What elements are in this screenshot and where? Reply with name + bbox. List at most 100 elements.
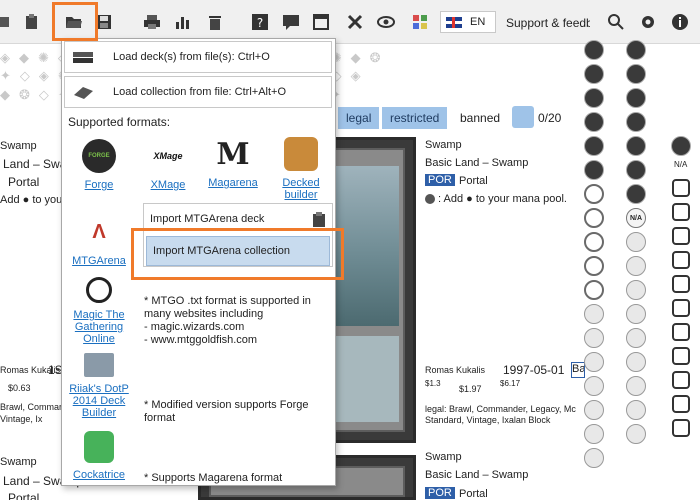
mana-symbol-icon[interactable] — [584, 424, 604, 444]
mana-symbol-icon[interactable] — [584, 112, 604, 132]
mana-symbol-icon[interactable] — [626, 328, 646, 348]
mana-symbol-icon[interactable] — [584, 40, 604, 60]
na-label: N/A — [674, 160, 688, 169]
format-xmage[interactable]: XMage XMage — [137, 139, 199, 191]
svg-text:?: ? — [257, 16, 263, 30]
mana-symbol-icon[interactable] — [584, 136, 604, 156]
mana-symbol-icon[interactable] — [626, 160, 646, 180]
format-forge[interactable]: FORGE Forge — [68, 139, 130, 191]
card-name: Swamp — [425, 451, 462, 463]
hybrid-mana-icon[interactable] — [584, 280, 604, 300]
forge-logo-icon: FORGE — [82, 139, 116, 173]
mana-symbol-icon[interactable] — [584, 448, 604, 468]
mana-symbol-icon[interactable] — [584, 352, 604, 372]
card-type-icon[interactable] — [672, 323, 690, 341]
mana-symbol-icon[interactable] — [626, 376, 646, 396]
partial-icon[interactable] — [0, 10, 18, 34]
format-magarena[interactable]: M Magarena — [202, 136, 264, 190]
mana-symbol-icon[interactable] — [584, 328, 604, 348]
tools-icon[interactable] — [343, 10, 367, 34]
mana-symbol-icon[interactable] — [626, 40, 646, 60]
hybrid-mana-icon[interactable] — [584, 184, 604, 204]
mana-symbol-icon[interactable] — [626, 112, 646, 132]
format-mtgo[interactable]: Magic The Gathering Online — [68, 277, 130, 345]
card-type-icon[interactable] — [672, 179, 690, 197]
xmage-link[interactable]: XMage — [137, 179, 199, 191]
chart-icon[interactable] — [171, 10, 195, 34]
mountain-icon[interactable] — [671, 136, 691, 156]
magarena-link[interactable]: Magarena — [202, 177, 264, 189]
clipboard-icon[interactable] — [20, 10, 44, 34]
set-code-badge: POR — [425, 487, 455, 499]
na-icon[interactable]: N/A — [626, 208, 646, 228]
card-type-icon[interactable] — [672, 227, 690, 245]
color-palette-icon[interactable] — [408, 10, 432, 34]
mana-symbol-icon[interactable] — [626, 400, 646, 420]
info-icon[interactable] — [668, 10, 692, 34]
filter-banned-label[interactable]: banned — [460, 111, 500, 125]
cockatrice-link[interactable]: Cockatrice — [68, 469, 130, 481]
window-icon[interactable] — [309, 10, 333, 34]
card-type-icon[interactable] — [672, 395, 690, 413]
load-deck-menu-item[interactable]: Load deck(s) from file(s): Ctrl+O — [64, 41, 332, 73]
mtgo-link[interactable]: Magic The Gathering Online — [68, 309, 130, 345]
mana-symbol-icon[interactable] — [584, 88, 604, 108]
hybrid-mana-icon[interactable] — [584, 208, 604, 228]
load-collection-menu-item[interactable]: Load collection from file: Ctrl+Alt+O — [64, 76, 332, 108]
mtgarena-link[interactable]: MTGArena — [68, 255, 130, 267]
mana-symbol-icon[interactable] — [626, 304, 646, 324]
dotp-logo-icon — [84, 353, 114, 377]
trash-icon[interactable] — [203, 10, 227, 34]
mana-symbol-icon[interactable] — [626, 256, 646, 276]
mana-symbol-icon[interactable] — [626, 88, 646, 108]
mana-symbol-icon[interactable] — [626, 280, 646, 300]
mana-symbol-icon[interactable] — [626, 136, 646, 156]
mana-symbol-icon[interactable] — [626, 424, 646, 444]
card-type-icon[interactable] — [672, 251, 690, 269]
mana-symbol-icon[interactable] — [584, 160, 604, 180]
mana-symbol-icon[interactable] — [584, 400, 604, 420]
filter-legal-chip[interactable]: legal — [338, 107, 380, 129]
magarena-note: * Supports Magarena format — [144, 472, 283, 484]
mana-filter-column: N/A — [626, 40, 648, 448]
card-set: Portal — [8, 175, 40, 189]
search-icon[interactable] — [604, 10, 628, 34]
card-type-icon[interactable] — [672, 275, 690, 293]
mana-symbol-icon[interactable] — [626, 64, 646, 84]
mana-symbol-icon[interactable] — [626, 352, 646, 372]
card-type-icon[interactable] — [672, 347, 690, 365]
format-mtgarena[interactable]: Λ MTGArena — [68, 215, 130, 268]
format-dotp[interactable]: Riiak's DotP 2014 Deck Builder — [68, 353, 130, 419]
magarena-logo-icon: M — [216, 136, 250, 172]
eye-icon[interactable] — [374, 10, 398, 34]
swamp-filter-icon[interactable] — [512, 106, 534, 128]
support-feedback-link[interactable]: Support & feedba — [506, 16, 590, 30]
mana-symbol-icon[interactable] — [626, 232, 646, 252]
format-decked-builder[interactable]: Decked builder — [270, 137, 332, 201]
dotp-link[interactable]: Riiak's DotP 2014 Deck Builder — [68, 383, 130, 419]
card-price: $6.17 — [500, 379, 521, 388]
filter-restricted-chip[interactable]: restricted — [382, 107, 448, 129]
mana-symbol-icon[interactable] — [584, 304, 604, 324]
format-cockatrice[interactable]: Cockatrice — [68, 431, 130, 481]
language-selector[interactable]: EN — [440, 11, 496, 33]
card-box-tag[interactable]: Ba — [571, 362, 585, 378]
decked-builder-link[interactable]: Decked builder — [270, 177, 332, 201]
mana-symbol-icon[interactable] — [584, 376, 604, 396]
chat-icon[interactable] — [279, 10, 303, 34]
card-type-icon[interactable] — [672, 371, 690, 389]
import-collection-highlight — [131, 228, 344, 280]
set-code-badge: POR — [425, 174, 455, 186]
hybrid-mana-icon[interactable] — [584, 256, 604, 276]
card-legality: Brawl, Commar — [0, 402, 63, 412]
card-type-icon[interactable] — [672, 299, 690, 317]
forge-link[interactable]: Forge — [68, 179, 130, 191]
mana-symbol-icon[interactable] — [584, 64, 604, 84]
settings-icon[interactable] — [636, 10, 660, 34]
card-type-icon[interactable] — [672, 419, 690, 437]
print-icon[interactable] — [140, 10, 164, 34]
hybrid-mana-icon[interactable] — [584, 232, 604, 252]
card-type-icon[interactable] — [672, 203, 690, 221]
help-icon[interactable]: ? — [248, 10, 272, 34]
mana-symbol-icon[interactable] — [626, 184, 646, 204]
